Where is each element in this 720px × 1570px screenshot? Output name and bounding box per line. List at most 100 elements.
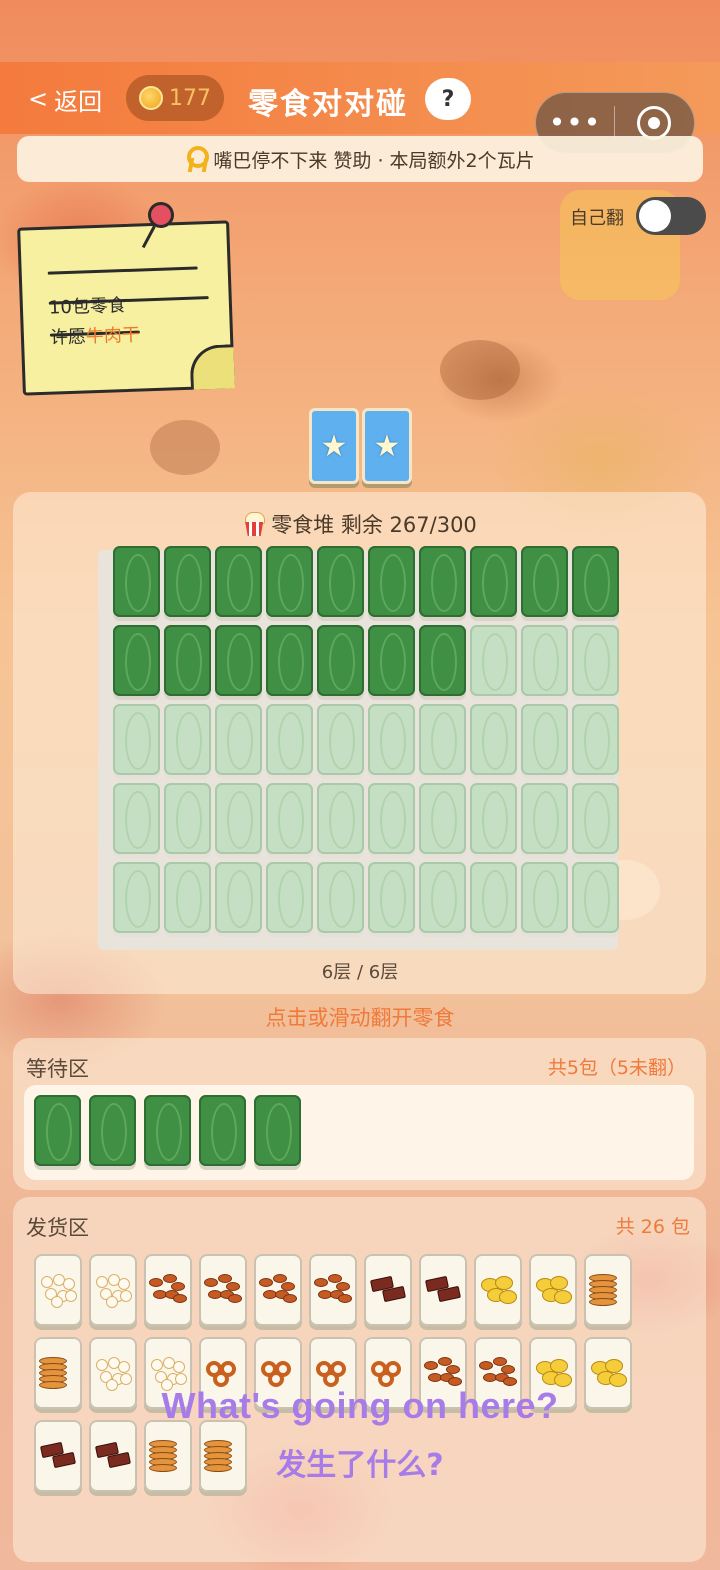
waiting-tile[interactable]: [89, 1095, 136, 1166]
popcorn-icon: [243, 512, 266, 536]
almond-icon: [259, 1272, 297, 1308]
popcorn-icon: [39, 1272, 77, 1308]
snack-tile-covered: [215, 783, 262, 854]
snack-tile[interactable]: [113, 625, 160, 696]
snack-tile-covered: [470, 625, 517, 696]
subtitle-english: What's going on here?: [161, 1385, 559, 1426]
ribbon-icon: [185, 146, 210, 172]
snack-tile[interactable]: [470, 546, 517, 617]
flip-hint: 点击或滑动翻开零食: [265, 1006, 455, 1030]
snack-tile-covered: [521, 783, 568, 854]
snack-tile[interactable]: [419, 625, 466, 696]
snack-tile-covered: [164, 783, 211, 854]
snack-tile-covered: [215, 862, 262, 933]
shipped-snack-chips: [474, 1254, 522, 1326]
more-options-icon[interactable]: •••: [536, 109, 614, 137]
back-arrow-icon: <: [28, 85, 49, 113]
snack-pile-title: 零食堆 剩余 267/300: [271, 513, 477, 537]
snack-tile-covered: [368, 783, 415, 854]
shipped-snack-almond: [144, 1254, 192, 1326]
note-curl: [189, 344, 235, 390]
back-button[interactable]: < 返回: [28, 82, 102, 116]
shipped-snack-jerky: [364, 1254, 412, 1326]
shipped-snack-almond: [309, 1254, 357, 1326]
snack-tile[interactable]: [266, 625, 313, 696]
snack-tile[interactable]: [317, 625, 364, 696]
snack-tile-covered: [113, 862, 160, 933]
snack-tile-covered: [266, 783, 313, 854]
snack-tile-covered: [419, 783, 466, 854]
coin-icon: [139, 86, 163, 110]
note-wish-prefix: 许愿: [49, 326, 87, 349]
snack-tile[interactable]: [368, 546, 415, 617]
snack-tile[interactable]: [368, 625, 415, 696]
snack-pile-header: 零食堆 剩余 267/300: [0, 509, 720, 539]
layer-indicator: 6层 / 6层: [321, 962, 399, 983]
snack-tile-covered: [419, 704, 466, 775]
star-slot[interactable]: ★: [362, 408, 412, 484]
shipping-zone-count: 共 26 包: [615, 1216, 690, 1238]
jerky-icon: [369, 1272, 407, 1308]
snack-tile-covered: [113, 704, 160, 775]
shipped-snack-cookie: [584, 1254, 632, 1326]
cookie-icon: [589, 1272, 627, 1308]
snack-tile-covered: [572, 783, 619, 854]
help-button[interactable]: ?: [425, 78, 471, 120]
capsule-divider: [614, 106, 615, 140]
snack-tile-covered: [164, 862, 211, 933]
snack-tile[interactable]: [521, 546, 568, 617]
snack-tile[interactable]: [215, 625, 262, 696]
snack-tile[interactable]: [419, 546, 466, 617]
sponsor-banner: 嘴巴停不下来 赞助 · 本局额外2个瓦片: [17, 136, 703, 182]
snack-tile-covered: [572, 862, 619, 933]
snack-tile[interactable]: [572, 546, 619, 617]
almond-icon: [314, 1272, 352, 1308]
waiting-tile[interactable]: [144, 1095, 191, 1166]
snack-tile[interactable]: [164, 546, 211, 617]
snack-tile-covered: [521, 862, 568, 933]
waiting-zone-label: 等待区: [26, 1057, 89, 1081]
self-flip-label: 自己翻: [570, 208, 624, 229]
almond-icon: [149, 1272, 187, 1308]
snack-tile-covered: [164, 704, 211, 775]
snack-tile-covered: [419, 862, 466, 933]
background-snack-decoration: [440, 340, 520, 400]
snack-tile[interactable]: [317, 546, 364, 617]
star-slot[interactable]: ★: [309, 408, 359, 484]
close-miniprogram-icon[interactable]: [637, 106, 671, 140]
note-wish-item: 牛肉干: [85, 324, 141, 348]
snack-tile-covered: [521, 704, 568, 775]
snack-tile-covered: [470, 862, 517, 933]
wish-note: 10包零食 许愿牛肉干: [17, 220, 235, 396]
snack-tile-covered: [215, 704, 262, 775]
page-title: 零食对对碰: [248, 87, 408, 122]
snack-tile[interactable]: [113, 546, 160, 617]
waiting-tile[interactable]: [34, 1095, 81, 1166]
background-snack-decoration: [150, 420, 220, 475]
snack-tile[interactable]: [266, 546, 313, 617]
note-wish: 许愿牛肉干: [50, 321, 141, 350]
snack-tile-covered: [470, 704, 517, 775]
back-label: 返回: [54, 87, 103, 116]
shipped-snack-almond: [254, 1254, 302, 1326]
coin-count: 177: [169, 85, 211, 111]
waiting-tile[interactable]: [254, 1095, 301, 1166]
note-line: [47, 266, 198, 275]
self-flip-toggle[interactable]: [636, 197, 706, 235]
sponsor-text: 嘴巴停不下来 赞助 · 本局额外2个瓦片: [213, 149, 535, 172]
snack-tile[interactable]: [164, 625, 211, 696]
snack-tile-covered: [266, 862, 313, 933]
coin-balance: 177: [126, 75, 224, 121]
snack-tile-covered: [572, 625, 619, 696]
snack-tile[interactable]: [215, 546, 262, 617]
shipping-zone-label: 发货区: [26, 1216, 89, 1240]
subtitle-chinese: 发生了什么?: [276, 1448, 444, 1483]
snack-tile-covered: [368, 704, 415, 775]
snack-tile-covered: [521, 625, 568, 696]
almond-icon: [204, 1272, 242, 1308]
shipped-snack-chips: [529, 1254, 577, 1326]
waiting-zone-count: 共5包（5未翻）: [547, 1057, 686, 1079]
jerky-icon: [424, 1272, 462, 1308]
snack-tile-covered: [266, 704, 313, 775]
waiting-tile[interactable]: [199, 1095, 246, 1166]
